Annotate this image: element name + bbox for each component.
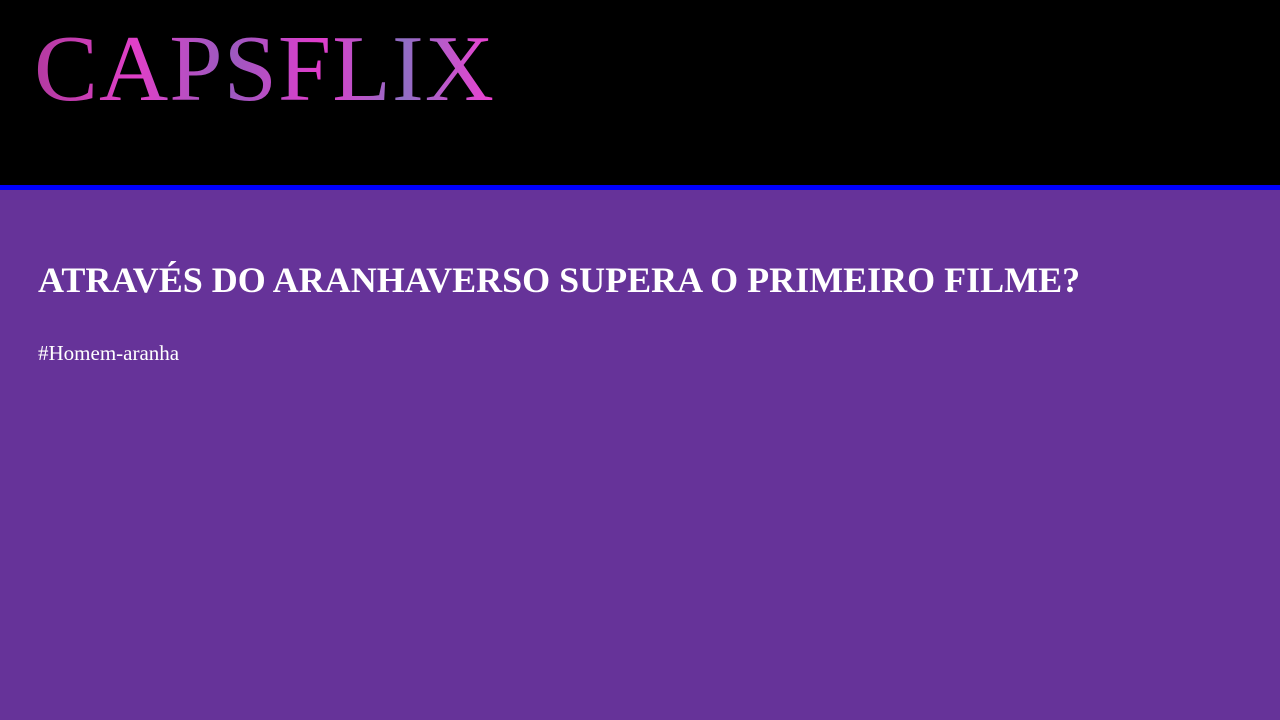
site-header: CAPSFLIX — [0, 0, 1280, 190]
capsflix-logo[interactable]: CAPSFLIX — [34, 22, 495, 116]
post-tag-link[interactable]: #Homem-aranha — [38, 341, 179, 366]
post-title: ATRAVÉS DO ARANHAVERSO SUPERA O PRIMEIRO… — [38, 260, 1081, 300]
main-content: ATRAVÉS DO ARANHAVERSO SUPERA O PRIMEIRO… — [0, 190, 1280, 720]
